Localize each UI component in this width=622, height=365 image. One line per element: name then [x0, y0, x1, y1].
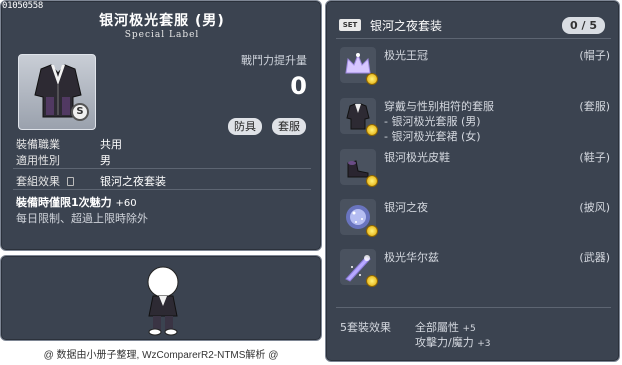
lock-icon [66, 177, 74, 186]
avatar-preview-panel [0, 255, 322, 341]
gender-value: 男 [100, 154, 111, 167]
equip-limit: 裝備時僅限1次魅力 +60 [16, 194, 137, 210]
coin-icon [366, 73, 378, 85]
item-title: 银河极光套服 (男) [99, 13, 225, 29]
set-piece-category: (武器) [579, 251, 610, 264]
divider [13, 168, 311, 169]
set-bonus-value: +3 [477, 339, 491, 349]
set-bonus-value: +5 [462, 324, 476, 334]
item-id: 01050558 [2, 1, 43, 11]
divider [336, 307, 611, 308]
gender-row: 適用性別 男 [16, 152, 111, 168]
set-badge: SET [339, 19, 361, 31]
power-increase-label: 戰鬥力提升量 [241, 54, 307, 67]
suit-icon [34, 64, 82, 118]
set-piece-name: 极光王冠 [384, 49, 428, 62]
job-value: 共用 [100, 138, 122, 151]
weapon-icon [340, 249, 378, 287]
job-label: 裝備職業 [16, 138, 60, 151]
equip-limit-text: 裝備時僅限1次魅力 [16, 196, 112, 209]
shoes-icon [340, 149, 378, 187]
item-image: S [18, 54, 96, 130]
set-bonus-line: 全部屬性 +5 [415, 319, 476, 335]
set-bonus-line: 攻擊力/魔力 +3 [415, 334, 491, 350]
tag-armor: 防具 [228, 118, 262, 135]
set-piece-name: 极光华尔兹 [384, 251, 439, 264]
suit-icon [340, 98, 378, 136]
tag-outfit: 套服 [272, 118, 306, 135]
data-source-caption: @ 数据由小册子整理, WzComparerR2-NTMS解析 @ [43, 350, 279, 361]
set-effect-value: 银河之夜套装 [100, 175, 166, 188]
set-bonus-stat: 攻擊力/魔力 [415, 336, 474, 349]
coin-icon [366, 124, 378, 136]
set-piece-category: (披风) [579, 201, 610, 214]
equip-limit-plus: +60 [115, 198, 137, 209]
equip-limit-note: 每日限制、超過上限時除外 [16, 212, 148, 225]
coin-icon [366, 225, 378, 237]
coin-icon [366, 175, 378, 187]
set-info-panel: SET 银河之夜套装 0 / 5 极光王冠 (帽子) 穿戴与性别相符的套服 - … [325, 0, 620, 362]
set-piece-option: - 银河极光套服 (男) [384, 115, 481, 128]
item-tooltip-panel: 银河极光套服 (男) Special Label S 戰鬥力提升量 0 防具 套… [0, 0, 322, 251]
set-piece-category: (帽子) [579, 49, 610, 62]
divider [336, 38, 611, 39]
set-effect-label: 套組效果 [16, 175, 60, 188]
set-piece-option: - 银河极光套裙 (女) [384, 130, 481, 143]
set-piece-name: 银河之夜 [384, 201, 428, 214]
power-increase-value: 0 [290, 72, 307, 100]
set-piece-name: 穿戴与性别相符的套服 [384, 100, 494, 113]
set-piece-category: (鞋子) [579, 151, 610, 164]
divider [13, 189, 311, 190]
set-name: 银河之夜套装 [370, 19, 443, 33]
job-row: 裝備職業 共用 [16, 136, 122, 152]
cape-icon [340, 199, 378, 237]
item-subtitle: Special Label [124, 30, 200, 40]
set-bonus-stat: 全部屬性 [415, 321, 459, 334]
crown-icon [340, 47, 378, 85]
set-count: 0 / 5 [562, 17, 605, 34]
coin-icon [366, 275, 378, 287]
avatar-icon [147, 266, 179, 336]
set-bonus-label: 5套裝效果 [340, 321, 391, 334]
set-piece-category: (套服) [579, 100, 610, 113]
set-piece-name: 银河极光皮鞋 [384, 151, 450, 164]
set-effect-row: 套組效果 银河之夜套装 [16, 173, 166, 189]
special-label-icon: S [71, 103, 89, 121]
gender-label: 適用性別 [16, 154, 60, 167]
